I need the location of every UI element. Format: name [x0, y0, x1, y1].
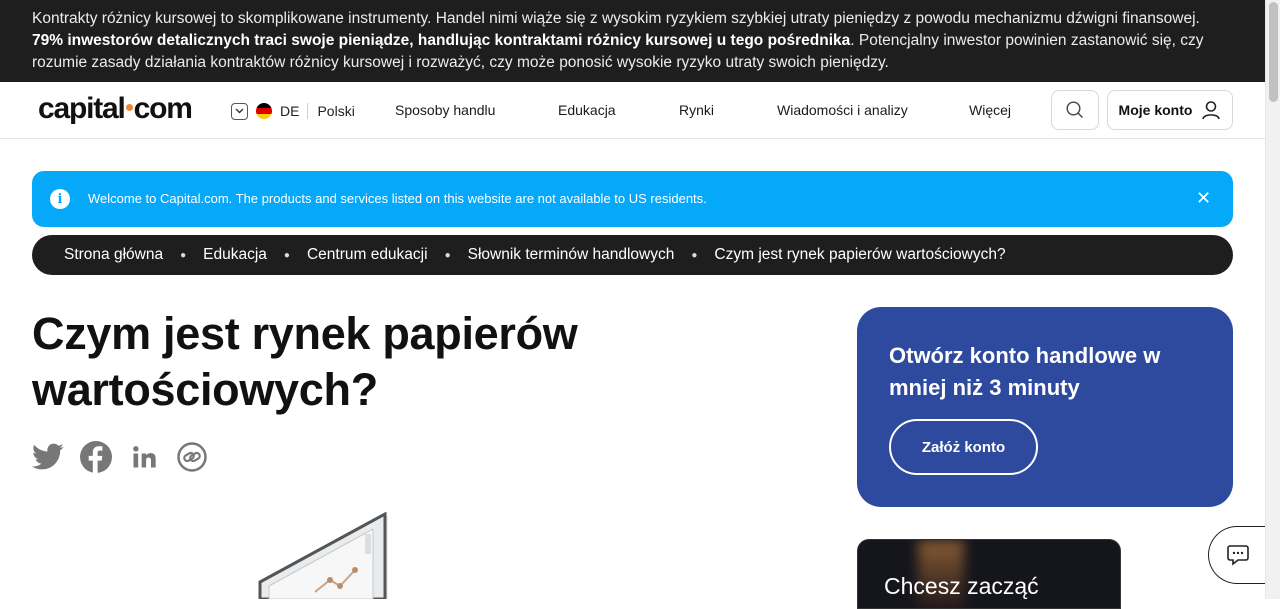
language-label: Polski: [317, 103, 355, 119]
nav-item-education[interactable]: Edukacja: [558, 102, 616, 118]
risk-warning-banner: Kontrakty różnicy kursowej to skomplikow…: [0, 0, 1265, 82]
search-button[interactable]: [1051, 90, 1099, 130]
germany-flag-icon: [256, 103, 272, 119]
account-label: Moje konto: [1118, 102, 1193, 118]
share-facebook-button[interactable]: [80, 441, 112, 473]
breadcrumb-item-current: Czym jest rynek papierów wartościowych?: [714, 246, 1006, 263]
breadcrumb-item-education-center[interactable]: Centrum edukacji: [307, 246, 428, 264]
user-icon: [1202, 101, 1221, 120]
info-icon: i: [50, 189, 70, 209]
risk-text: Kontrakty różnicy kursowej to skomplikow…: [32, 10, 1200, 27]
article-illustration: [258, 512, 388, 599]
twitter-icon: [32, 443, 64, 470]
breadcrumb-item-home[interactable]: Strona główna: [64, 246, 163, 264]
logo-text-left: capital: [38, 92, 126, 125]
copy-link-button[interactable]: [176, 441, 208, 473]
site-header: capital com DE Polski Sposoby handlu Eduk…: [0, 82, 1265, 139]
risk-text-bold: 79% inwestorów detalicznych traci swoje …: [32, 32, 851, 49]
breadcrumb-separator: ●: [283, 249, 290, 261]
page-title: Czym jest rynek papierów wartościowych?: [32, 308, 578, 415]
page-scrollbar[interactable]: [1265, 0, 1280, 599]
copy-link-icon: [177, 442, 207, 472]
my-account-button[interactable]: Moje konto: [1107, 90, 1233, 130]
scrollbar-thumb[interactable]: [1269, 2, 1278, 102]
breadcrumb-separator: ●: [691, 249, 698, 261]
logo-dot: [125, 104, 133, 112]
facebook-icon: [80, 441, 112, 473]
create-account-button[interactable]: Załóż konto: [889, 419, 1038, 475]
logo-text-right: com: [133, 92, 193, 125]
chat-icon: [1227, 545, 1249, 566]
search-icon: [1066, 101, 1083, 118]
breadcrumb-item-education[interactable]: Edukacja: [203, 246, 267, 264]
promo-title: Chcesz zacząć: [884, 573, 1039, 599]
signup-card: Otwórz konto handlowe w mniej niż 3 minu…: [857, 307, 1233, 507]
divider: [307, 103, 309, 119]
language-selector[interactable]: DE Polski: [231, 101, 355, 121]
chevron-down-icon: [231, 102, 248, 120]
notice-message: Welcome to Capital.com. The products and…: [88, 191, 707, 206]
nav-item-more[interactable]: Więcej: [969, 102, 1011, 118]
region-code: DE: [280, 103, 300, 119]
chat-button[interactable]: [1208, 526, 1272, 584]
share-linkedin-button[interactable]: [128, 441, 160, 473]
share-twitter-button[interactable]: [32, 441, 64, 473]
linkedin-icon: [133, 446, 156, 468]
nav-item-markets[interactable]: Rynki: [679, 102, 714, 118]
close-icon[interactable]: ✕: [1196, 188, 1211, 209]
breadcrumb-separator: ●: [444, 249, 451, 261]
breadcrumb: Strona główna ● Edukacja ● Centrum eduka…: [32, 235, 1233, 275]
breadcrumb-item-glossary[interactable]: Słownik terminów handlowych: [468, 246, 675, 264]
signup-card-title: Otwórz konto handlowe w mniej niż 3 minu…: [889, 343, 1161, 400]
logo[interactable]: capital com: [38, 92, 193, 126]
breadcrumb-separator: ●: [180, 249, 187, 261]
nav-item-news-analysis[interactable]: Wiadomości i analizy: [777, 102, 908, 118]
nav-item-trading-methods[interactable]: Sposoby handlu: [395, 102, 495, 118]
us-residents-notice: i Welcome to Capital.com. The products a…: [32, 171, 1233, 227]
